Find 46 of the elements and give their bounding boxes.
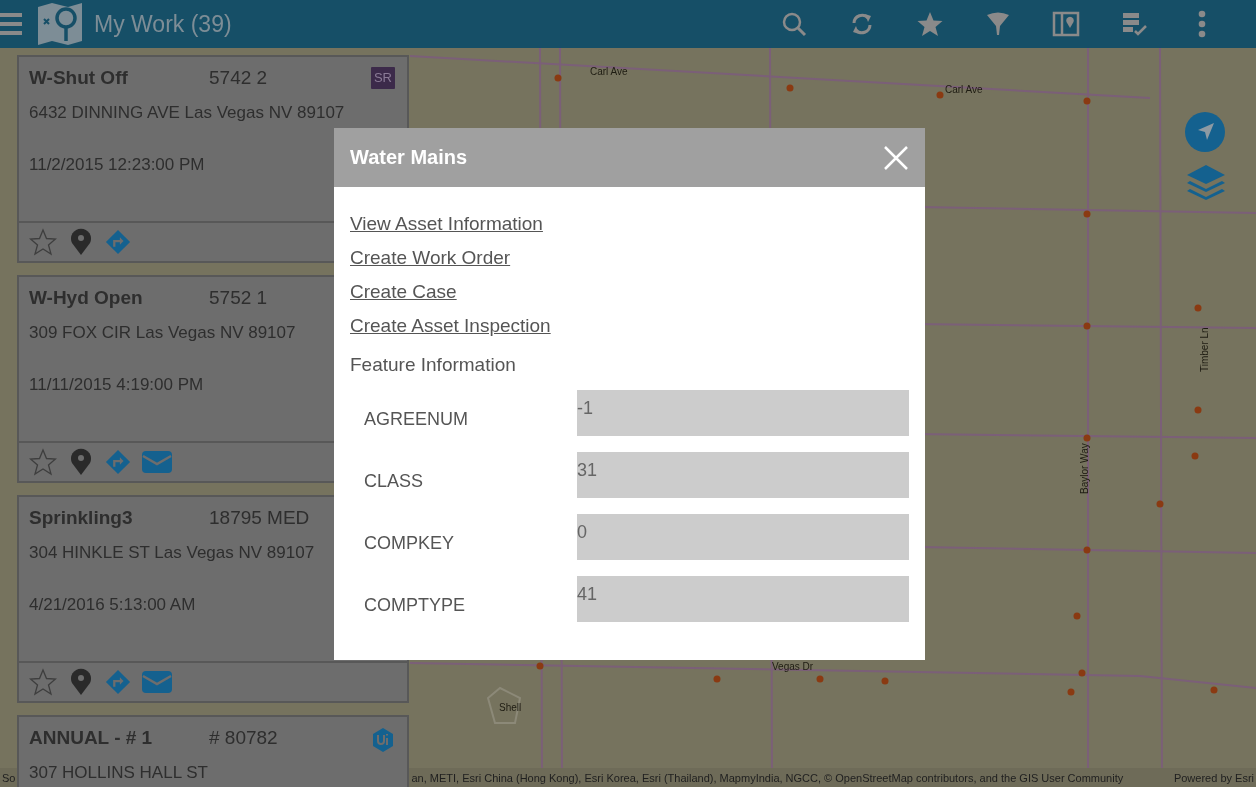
- checklist-icon[interactable]: [1120, 10, 1148, 38]
- map-pin-icon[interactable]: [68, 668, 94, 696]
- field-value: 0: [577, 514, 909, 560]
- layers-icon[interactable]: [1186, 164, 1226, 200]
- attribution-text: So: [2, 771, 16, 784]
- powered-by-text: Powered by Esri: [1173, 771, 1254, 784]
- work-item-number: 5742 2: [209, 67, 268, 89]
- field-value: -1: [577, 390, 909, 436]
- locate-button[interactable]: [1185, 112, 1225, 152]
- field-value: 31: [577, 452, 909, 498]
- street-label: Carl Ave: [590, 66, 628, 77]
- work-item-number: # 80782: [209, 727, 278, 749]
- work-item-address: 309 FOX CIR Las Vegas NV 89107: [29, 323, 296, 343]
- close-icon[interactable]: [883, 144, 909, 171]
- street-label: Vegas Dr: [772, 661, 814, 672]
- work-item-address: 6432 DINNING AVE Las Vegas NV 89107: [29, 103, 345, 123]
- street-label: Timber Ln: [1199, 327, 1210, 372]
- favorite-star-icon[interactable]: [29, 448, 57, 476]
- app-title: My Work (39): [94, 10, 233, 38]
- place-label: Shell: [499, 702, 522, 713]
- favorite-star-icon[interactable]: [29, 228, 57, 256]
- field-value: 41: [577, 576, 909, 622]
- attribution-text: an, METI, Esri China (Hong Kong), Esri Korea, Esri (Thailand), MapmyIndia, NGCC, © OpenStreetMap contributors, and the GIS User Community: [411, 771, 1124, 784]
- search-icon[interactable]: [780, 10, 808, 38]
- street-label: Baylor Way: [1079, 443, 1090, 494]
- work-item-number: 5752 1: [209, 287, 268, 309]
- work-item-title: Sprinkling3: [29, 507, 134, 529]
- star-icon[interactable]: [916, 10, 944, 38]
- work-item-address: 307 HOLLINS HALL ST: [29, 763, 208, 783]
- street-label: Carl Ave: [945, 84, 983, 95]
- work-item-title: W-Hyd Open: [29, 287, 144, 309]
- work-item-address: 304 HINKLE ST Las Vegas NV 89107: [29, 543, 315, 563]
- map-pin-panel-icon[interactable]: [1052, 10, 1080, 38]
- favorite-star-icon[interactable]: [29, 668, 57, 696]
- work-item-title: W-Shut Off: [29, 67, 129, 89]
- service-request-badge: SR: [370, 67, 395, 89]
- map-pin-icon[interactable]: [68, 448, 94, 476]
- filter-icon[interactable]: [984, 10, 1012, 38]
- map-pin-icon[interactable]: [68, 228, 94, 256]
- work-item-date: 11/11/2015 4:19:00 PM: [29, 375, 204, 395]
- inspection-badge-icon: [371, 727, 395, 753]
- work-item-title: ANNUAL - # 1: [29, 727, 154, 749]
- work-item-date: 4/21/2016 5:13:00 AM: [29, 595, 196, 615]
- work-item-date: 11/2/2015 12:23:00 PM: [29, 155, 205, 175]
- menu-icon[interactable]: [0, 10, 22, 38]
- work-item-number: 18795 MED: [209, 507, 310, 529]
